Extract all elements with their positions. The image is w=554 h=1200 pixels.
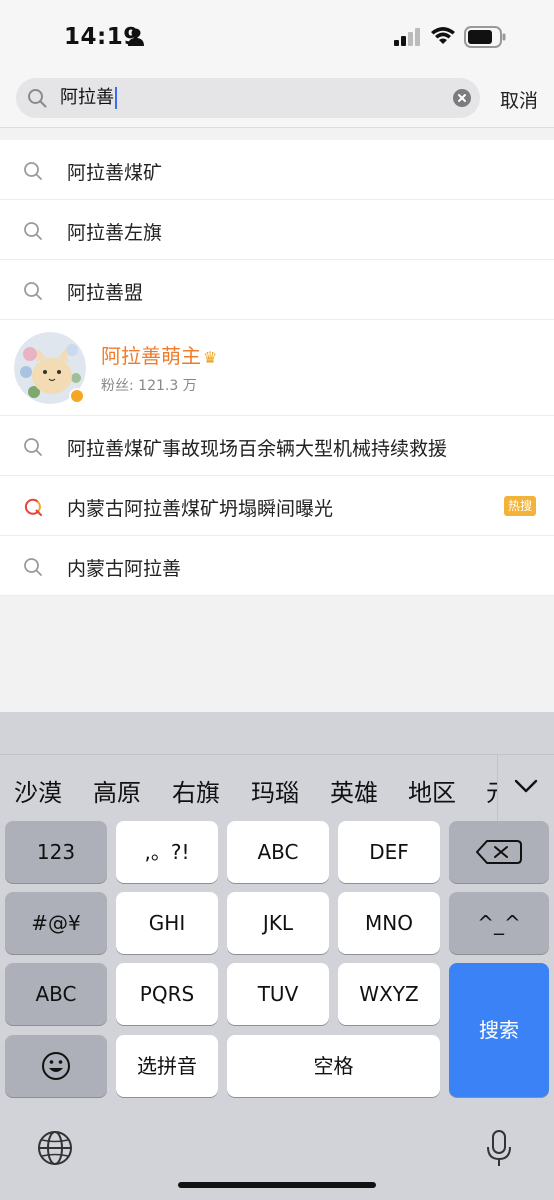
search-icon — [24, 222, 42, 240]
status-bar: 14:19 — [0, 0, 554, 72]
search-key[interactable]: 搜索 — [449, 963, 549, 1097]
fans-count: 粉丝: 121.3 万 — [101, 378, 197, 394]
search-query: 阿拉善 — [60, 87, 117, 109]
cancel-button[interactable]: 取消 — [500, 86, 538, 113]
candidate-item[interactable]: 英雄 — [330, 773, 378, 808]
key-select-pinyin[interactable]: 选拼音 — [116, 1035, 218, 1097]
chevron-down-icon — [514, 779, 538, 793]
suggestion-label: 阿拉善左旗 — [67, 222, 163, 244]
candidate-item[interactable]: 右旗 — [172, 773, 220, 808]
home-indicator[interactable] — [178, 1182, 376, 1188]
key-tuv[interactable]: TUV — [227, 963, 329, 1025]
candidate-item[interactable]: 高原 — [93, 773, 141, 808]
key-symbols[interactable]: #@¥ — [5, 892, 107, 954]
suggestion-label: 阿拉善煤矿事故现场百余辆大型机械持续救援 — [67, 438, 448, 460]
key-jkl[interactable]: JKL — [227, 892, 329, 954]
person-icon — [128, 28, 144, 46]
microphone-icon[interactable] — [479, 1128, 519, 1168]
candidate-item[interactable]: 玛瑙 — [251, 773, 299, 808]
candidate-item[interactable]: 地区 — [408, 773, 456, 808]
backspace-icon — [476, 840, 522, 864]
suggestion-item[interactable]: 阿拉善左旗 — [0, 200, 554, 260]
key-ghi[interactable]: GHI — [116, 892, 218, 954]
search-icon — [28, 89, 47, 108]
search-input[interactable]: 阿拉善 — [16, 78, 480, 118]
key-abc-mode[interactable]: ABC — [5, 963, 107, 1025]
crown-icon: ♛ — [203, 348, 218, 367]
user-result-item[interactable]: 阿拉善萌主 ♛ 粉丝: 121.3 万 — [0, 320, 554, 416]
close-icon — [458, 94, 466, 102]
search-icon — [24, 438, 42, 456]
suggestion-item[interactable]: 阿拉善煤矿 — [0, 140, 554, 200]
space-key[interactable]: 空格 — [227, 1035, 440, 1097]
emoji-icon — [42, 1052, 70, 1080]
suggestion-item[interactable]: 内蒙古阿拉善煤矿坍塌瞬间曝光 热搜 — [0, 476, 554, 536]
suggestion-label: 阿拉善盟 — [67, 282, 144, 304]
key-def[interactable]: DEF — [338, 821, 440, 883]
key-mno[interactable]: MNO — [338, 892, 440, 954]
key-emoticon[interactable]: ^_^ — [449, 892, 549, 954]
backspace-key[interactable] — [449, 821, 549, 883]
clear-search-button[interactable] — [453, 89, 471, 107]
hot-badge: 热搜 — [504, 496, 536, 516]
key-123[interactable]: 123 — [5, 821, 107, 883]
suggestion-item[interactable]: 阿拉善煤矿事故现场百余辆大型机械持续救援 — [0, 416, 554, 476]
suggestion-list: 阿拉善煤矿 阿拉善左旗 阿拉善盟 阿拉善萌主 ♛ 粉丝: 121.3 万 阿拉善… — [0, 140, 554, 596]
search-icon — [24, 558, 42, 576]
suggestion-item[interactable]: 阿拉善盟 — [0, 260, 554, 320]
hot-search-icon — [24, 498, 42, 516]
search-icon — [24, 162, 42, 180]
globe-icon[interactable] — [35, 1128, 75, 1168]
user-name: 阿拉善萌主 ♛ — [101, 344, 218, 368]
key-pqrs[interactable]: PQRS — [116, 963, 218, 1025]
search-header: 阿拉善 取消 — [0, 72, 554, 128]
candidate-bar: 沙漠 高原 右旗 玛瑙 英雄 地区 元 — [0, 754, 554, 823]
text-caret — [115, 87, 117, 109]
verified-badge-icon — [69, 388, 85, 404]
suggestion-label: 阿拉善煤矿 — [67, 162, 163, 184]
candidate-item[interactable]: 沙漠 — [14, 773, 62, 808]
suggestion-item[interactable]: 内蒙古阿拉善 — [0, 536, 554, 596]
emoji-key[interactable] — [5, 1035, 107, 1097]
key-abc[interactable]: ABC — [227, 821, 329, 883]
suggestion-label: 内蒙古阿拉善煤矿坍塌瞬间曝光 — [67, 498, 334, 520]
signal-icon — [394, 28, 420, 46]
suggestion-label: 内蒙古阿拉善 — [67, 558, 182, 580]
keyboard: 沙漠 高原 右旗 玛瑙 英雄 地区 元 — [0, 712, 554, 1200]
expand-candidates-button[interactable] — [497, 755, 554, 823]
search-icon — [24, 282, 42, 300]
key-punctuation[interactable]: ,。?! — [116, 821, 218, 883]
battery-icon — [464, 26, 506, 48]
key-wxyz[interactable]: WXYZ — [338, 963, 440, 1025]
wifi-icon — [431, 27, 455, 44]
